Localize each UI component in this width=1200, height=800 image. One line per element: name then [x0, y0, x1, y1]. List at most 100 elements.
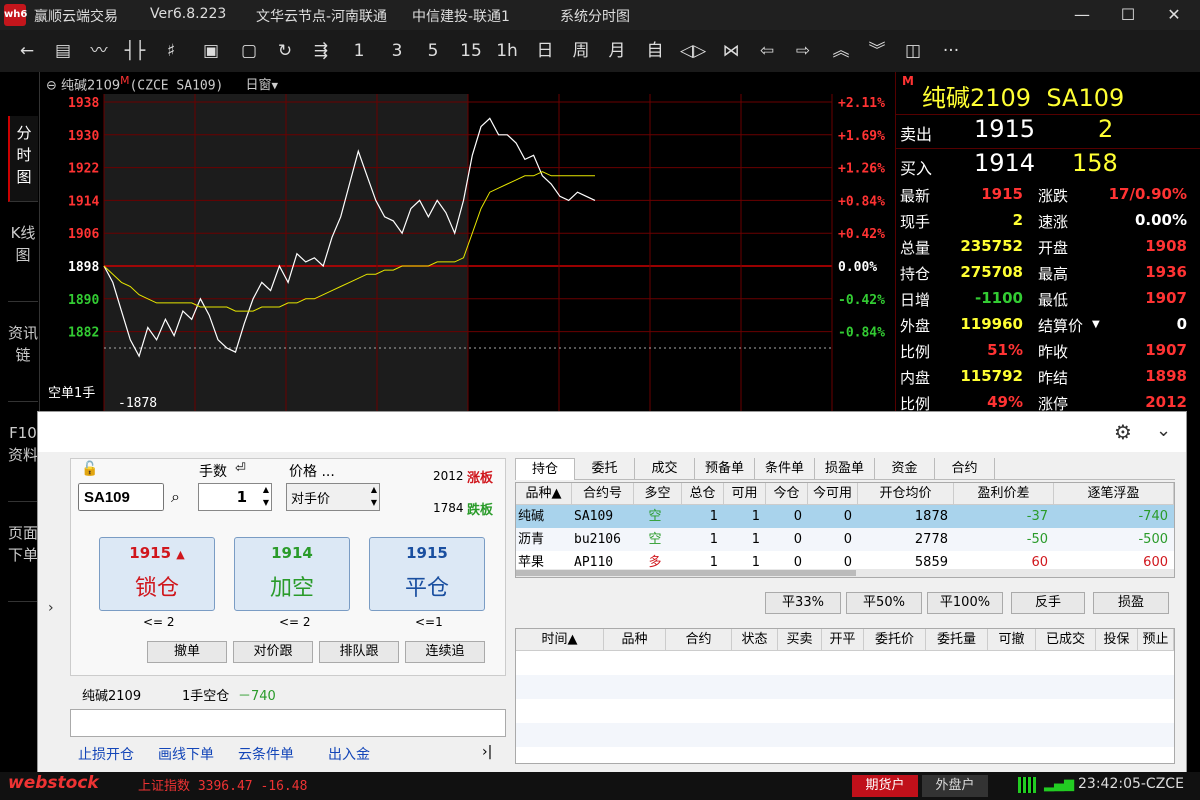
- positions-col-header[interactable]: 开仓均价: [858, 483, 954, 505]
- period-month[interactable]: 月: [604, 38, 630, 64]
- positions-col-header[interactable]: 盈利价差: [954, 483, 1054, 505]
- orders-col-header[interactable]: 预止: [1138, 629, 1174, 651]
- queue-follow-button[interactable]: 排队跟: [319, 641, 399, 663]
- draw-icon[interactable]: ⇶: [308, 38, 334, 64]
- minimize-icon[interactable]: —: [1062, 2, 1102, 28]
- orders-col-header[interactable]: 已成交: [1036, 629, 1096, 651]
- stop-loss-open-link[interactable]: 止损开仓: [78, 744, 134, 764]
- period-1h[interactable]: 1h: [494, 38, 520, 64]
- close-position-button[interactable]: 1915 平仓: [369, 537, 485, 611]
- period-custom[interactable]: 自: [642, 38, 668, 64]
- tab-prepared[interactable]: 预备单: [695, 458, 755, 480]
- lock-position-button[interactable]: 1915 ▲ 锁仓: [99, 537, 215, 611]
- settings-gear-icon[interactable]: ⚙: [1114, 420, 1132, 444]
- close-50-button[interactable]: 平50%: [846, 592, 922, 614]
- positions-col-header[interactable]: 品种▲: [516, 483, 572, 505]
- foreign-account-button[interactable]: 外盘户: [922, 775, 988, 797]
- futures-account-button[interactable]: 期货户: [852, 775, 918, 797]
- period-week[interactable]: 周: [568, 38, 594, 64]
- price-type-select[interactable]: 对手价 ▲ ▼: [286, 483, 380, 511]
- orders-col-header[interactable]: 品种: [604, 629, 666, 651]
- expand-arrow-icon[interactable]: ›: [48, 600, 54, 616]
- tab-f10[interactable]: F10资料: [8, 416, 38, 502]
- orders-col-header[interactable]: 买卖: [778, 629, 822, 651]
- quantity-stepper[interactable]: 1 ▲ ▼: [198, 483, 272, 511]
- table-row[interactable]: 沥青 bu2106 空 1 1 0 0 2778 -50 -500: [516, 528, 1174, 551]
- tab-news[interactable]: 资讯链: [8, 316, 38, 402]
- contract-input[interactable]: [78, 483, 164, 511]
- cancel-order-button[interactable]: 撤单: [147, 641, 227, 663]
- back-icon[interactable]: ←: [14, 38, 40, 64]
- refresh-icon[interactable]: ↻: [272, 38, 298, 64]
- close-icon[interactable]: ✕: [1154, 2, 1194, 28]
- orders-col-header[interactable]: 开平: [822, 629, 864, 651]
- candle-icon[interactable]: ┤├: [122, 38, 148, 64]
- zoom-out-icon[interactable]: ︾: [864, 38, 890, 64]
- collapse-chevron-icon[interactable]: ⌄: [1156, 420, 1171, 441]
- positions-col-header[interactable]: 逐笔浮盈: [1054, 483, 1174, 505]
- orders-col-header[interactable]: 委托价: [864, 629, 926, 651]
- positions-col-header[interactable]: 多空: [634, 483, 682, 505]
- chase-button[interactable]: 连续追: [405, 641, 485, 663]
- line-chart-icon[interactable]: 〰: [86, 38, 112, 64]
- period-15[interactable]: 15: [458, 38, 484, 64]
- orders-col-header[interactable]: 投保: [1096, 629, 1138, 651]
- close-33-button[interactable]: 平33%: [765, 592, 841, 614]
- table-icon[interactable]: ▤: [50, 38, 76, 64]
- table-row[interactable]: 纯碱 SA109 空 1 1 0 0 1878 -37 -740: [516, 505, 1174, 528]
- add-short-button[interactable]: 1914 加空: [234, 537, 350, 611]
- orders-col-header[interactable]: 可撤: [988, 629, 1036, 651]
- tab-orders[interactable]: 委托: [575, 458, 635, 480]
- qty-down-icon[interactable]: ▼: [263, 498, 269, 507]
- follow-opposite-button[interactable]: 对价跟: [233, 641, 313, 663]
- close-100-button[interactable]: 平100%: [927, 592, 1003, 614]
- qty-up-icon[interactable]: ▲: [263, 485, 269, 494]
- cloud-condition-link[interactable]: 云条件单: [238, 744, 294, 764]
- search-icon[interactable]: ⌕: [171, 487, 180, 507]
- tab-contracts[interactable]: 合约: [935, 458, 995, 480]
- h-scrollbar[interactable]: [516, 569, 1174, 577]
- lock-icon[interactable]: 🔓: [81, 461, 98, 477]
- stop-profit-button[interactable]: 损盈: [1093, 592, 1169, 614]
- tab-timeshare[interactable]: 分时图: [8, 116, 38, 202]
- price-up-icon[interactable]: ▲: [371, 485, 377, 494]
- reverse-button[interactable]: 反手: [1011, 592, 1085, 614]
- funds-transfer-link[interactable]: 出入金: [328, 744, 370, 764]
- prev-contract-icon[interactable]: ◁▷: [680, 38, 706, 64]
- orders-col-header[interactable]: 委托量: [926, 629, 988, 651]
- orders-col-header[interactable]: 合约: [666, 629, 732, 651]
- tab-funds[interactable]: 资金: [875, 458, 935, 480]
- arrow-right-icon[interactable]: ⇨: [790, 38, 816, 64]
- h-scrollbar-thumb[interactable]: [516, 570, 856, 576]
- positions-col-header[interactable]: 今仓: [766, 483, 808, 505]
- collapse-right-icon[interactable]: ›|: [482, 744, 492, 760]
- positions-col-header[interactable]: 总仓: [682, 483, 724, 505]
- line-order-link[interactable]: 画线下单: [158, 744, 214, 764]
- positions-col-header[interactable]: 合约号: [572, 483, 634, 505]
- tab-trades[interactable]: 成交: [635, 458, 695, 480]
- account-icon[interactable]: ▣: [198, 38, 224, 64]
- period-5[interactable]: 5: [420, 38, 446, 64]
- tab-positions[interactable]: 持仓: [515, 458, 575, 480]
- tab-kline[interactable]: K线图: [8, 216, 38, 302]
- compare-icon[interactable]: ⋈: [718, 38, 744, 64]
- orders-col-header[interactable]: 时间▲: [516, 629, 604, 651]
- zoom-in-icon[interactable]: ︽: [828, 38, 854, 64]
- positions-col-header[interactable]: 可用: [724, 483, 766, 505]
- tab-order-page[interactable]: 页面下单: [8, 516, 38, 602]
- tick-icon[interactable]: ♯: [158, 38, 184, 64]
- chevron-down-icon[interactable]: ▼: [1092, 319, 1100, 330]
- period-3[interactable]: 3: [384, 38, 410, 64]
- save-icon[interactable]: ▢: [236, 38, 262, 64]
- period-day[interactable]: 日: [532, 38, 558, 64]
- qty-reset-icon[interactable]: ⏎: [235, 461, 246, 476]
- tab-conditional[interactable]: 条件单: [755, 458, 815, 480]
- period-1[interactable]: 1: [346, 38, 372, 64]
- timeshare-chart[interactable]: ⊖ 纯碱2109M(CZCE SA109) 日窗▾ 1938 +2.11% 1930…: [40, 72, 895, 412]
- layout-icon[interactable]: ◫: [900, 38, 926, 64]
- orders-col-header[interactable]: 状态: [732, 629, 778, 651]
- positions-col-header[interactable]: 今可用: [808, 483, 858, 505]
- more-icon[interactable]: ···: [938, 38, 964, 64]
- tab-stop[interactable]: 损盈单: [815, 458, 875, 480]
- arrow-left-icon[interactable]: ⇦: [754, 38, 780, 64]
